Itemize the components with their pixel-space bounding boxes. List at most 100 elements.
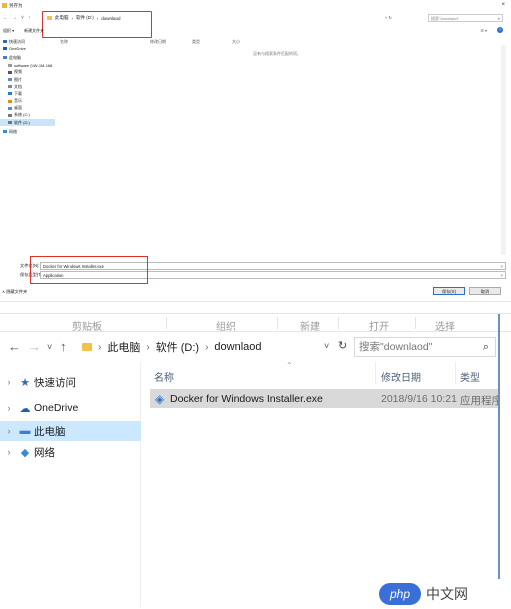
recent-dropdown-icon[interactable]: ˅	[47, 342, 52, 352]
column-type[interactable]: 类型	[460, 369, 480, 384]
computer-icon: ▬	[19, 425, 31, 437]
breadcrumb-item[interactable]: 软件 (D:)	[156, 339, 199, 355]
file-modified: 2018/9/16 10:21	[381, 393, 457, 405]
ribbon-organize: 组织	[216, 322, 236, 333]
network-icon: ◆	[20, 446, 30, 459]
help-icon[interactable]: ?	[497, 27, 503, 33]
forward-icon[interactable]: →	[12, 15, 17, 21]
column-modified[interactable]: 修改日期	[381, 369, 421, 384]
window-border	[498, 314, 500, 609]
nav-item[interactable]: 网络	[0, 128, 55, 135]
network-icon	[3, 130, 7, 134]
nav-item[interactable]: 此电脑	[0, 54, 55, 61]
php-logo: php	[379, 583, 421, 605]
folder-icon	[82, 343, 92, 351]
column-headers: ⌃ 名称 修改日期 类型	[150, 361, 498, 384]
nav-item-label: 网络	[9, 128, 17, 134]
scrollbar[interactable]	[501, 45, 506, 255]
nav-item-label: 系统 (C:)	[14, 112, 30, 118]
explorer-window: 剪贴板 组织 新建 打开 选择 ← → ˅ ↑ › 此电脑 › 软件 (D:) …	[0, 313, 511, 609]
nav-item-label: 音乐	[14, 98, 22, 104]
save-button[interactable]: 保存(S)	[433, 287, 465, 295]
nav-item[interactable]: 下载	[0, 90, 55, 97]
drive-icon	[8, 121, 12, 125]
dialog-footer: ∧ 隐藏文件夹 保存(S) 取消	[0, 286, 511, 298]
nav-item[interactable]: 音乐	[0, 98, 55, 105]
cloud-icon	[3, 47, 7, 51]
nav-item[interactable]: 图片	[0, 76, 55, 83]
nav-item[interactable]: 系统 (C:)	[0, 112, 55, 119]
chevron-down-icon[interactable]: ˅	[501, 272, 503, 280]
organize-button[interactable]: 组织 ▾	[3, 28, 14, 34]
nav-item-label: 下载	[14, 90, 22, 96]
documents-folder-icon	[8, 85, 12, 89]
nav-item[interactable]: OneDrive	[0, 45, 55, 52]
expand-arrow-icon[interactable]: ›	[2, 403, 16, 413]
music-folder-icon	[8, 99, 12, 103]
recent-dropdown-icon[interactable]: ˅	[21, 15, 24, 21]
nav-item-label: 网络	[34, 446, 55, 459]
ribbon-new: 新建	[300, 322, 320, 333]
nav-item-label: 快速访问	[9, 38, 25, 44]
search-placeholder: 搜索"downlaod"	[431, 16, 459, 21]
expand-arrow-icon[interactable]: ›	[2, 447, 16, 457]
address-bar: ← → ˅ ↑ › 此电脑 › 软件 (D:) › downlaod ˅ ↻ 搜…	[0, 335, 498, 359]
back-icon[interactable]: ←	[8, 339, 21, 354]
search-icon: ⌕	[497, 16, 500, 21]
refresh-icon[interactable]: ˅ ↻	[385, 15, 392, 20]
breadcrumb[interactable]: › 此电脑 › 软件 (D:) › downlaod	[78, 337, 350, 357]
chevron-down-icon[interactable]: ˅	[501, 263, 503, 271]
expand-arrow-icon[interactable]: ›	[2, 377, 16, 387]
expand-arrow-icon[interactable]: ›	[2, 426, 16, 436]
nav-item[interactable]: software (\\W-1M-168	[0, 62, 55, 69]
computer-icon	[3, 56, 7, 60]
view-options-icon[interactable]: ☰ ▾	[480, 28, 487, 33]
nav-item[interactable]: 视频	[0, 69, 55, 76]
highlight-box	[30, 256, 148, 284]
network-drive-icon	[8, 63, 12, 67]
dialog-title: 另存为	[9, 2, 23, 8]
nav-item-label: software (\\W-1M-168	[14, 62, 53, 68]
nav-item[interactable]: 文档	[0, 83, 55, 90]
cancel-button[interactable]: 取消	[469, 287, 501, 295]
nav-item-network[interactable]: › ◆ 网络	[0, 442, 141, 462]
search-input[interactable]: 搜索"downlaod" ⌕	[354, 337, 496, 357]
empty-message: 没有与搜索条件匹配的项。	[253, 51, 301, 56]
nav-item[interactable]: 桌面	[0, 105, 55, 112]
pictures-folder-icon	[8, 78, 12, 82]
nav-item[interactable]: 软件 (D:)	[0, 119, 55, 127]
nav-item-onedrive[interactable]: › ☁ OneDrive	[0, 398, 141, 418]
hide-folders-toggle[interactable]: ∧ 隐藏文件夹	[2, 289, 27, 295]
nav-item-quick-access[interactable]: › ★ 快速访问	[0, 372, 141, 392]
column-name[interactable]: 名称	[154, 369, 174, 384]
back-icon[interactable]: ←	[3, 15, 8, 21]
divider	[0, 301, 511, 302]
nav-item-label: 快速访问	[34, 376, 76, 389]
watermark-text: 中文网	[426, 586, 468, 602]
column-type[interactable]: 类型	[192, 39, 200, 45]
dialog-title-bar: 另存为 ×	[0, 0, 511, 11]
drive-icon	[8, 113, 12, 117]
nav-item[interactable]: 快速访问	[0, 38, 55, 45]
column-size[interactable]: 大小	[232, 39, 240, 45]
breadcrumb-item[interactable]: 此电脑	[107, 339, 140, 355]
refresh-icon[interactable]: ↻	[338, 339, 347, 352]
nav-item-label: 视频	[14, 69, 22, 75]
navigation-pane: › ★ 快速访问 › ☁ OneDrive › ▬ 此电脑 › ◆ 网络	[0, 362, 141, 607]
chevron-down-icon[interactable]: ˅	[324, 341, 329, 351]
table-row[interactable]: ◈ Docker for Windows Installer.exe 2018/…	[150, 389, 498, 408]
close-icon[interactable]: ×	[501, 2, 505, 8]
up-icon[interactable]: ↑	[60, 339, 67, 354]
download-folder-icon	[8, 92, 12, 96]
save-icon	[2, 3, 7, 8]
star-icon	[3, 40, 7, 44]
up-icon[interactable]: ↑	[28, 15, 31, 21]
new-folder-button[interactable]: 新建文件夹	[24, 28, 44, 34]
nav-item-this-pc[interactable]: › ▬ 此电脑	[0, 421, 141, 441]
breadcrumb-item[interactable]: downlaod	[214, 341, 261, 353]
search-input[interactable]: 搜索"downlaod" ⌕	[428, 14, 503, 22]
ribbon-groups: 剪贴板 组织 新建 打开 选择	[0, 314, 511, 333]
column-name[interactable]: 名称	[60, 39, 68, 45]
column-modified[interactable]: 修改日期	[150, 39, 166, 45]
forward-icon[interactable]: →	[28, 339, 41, 354]
